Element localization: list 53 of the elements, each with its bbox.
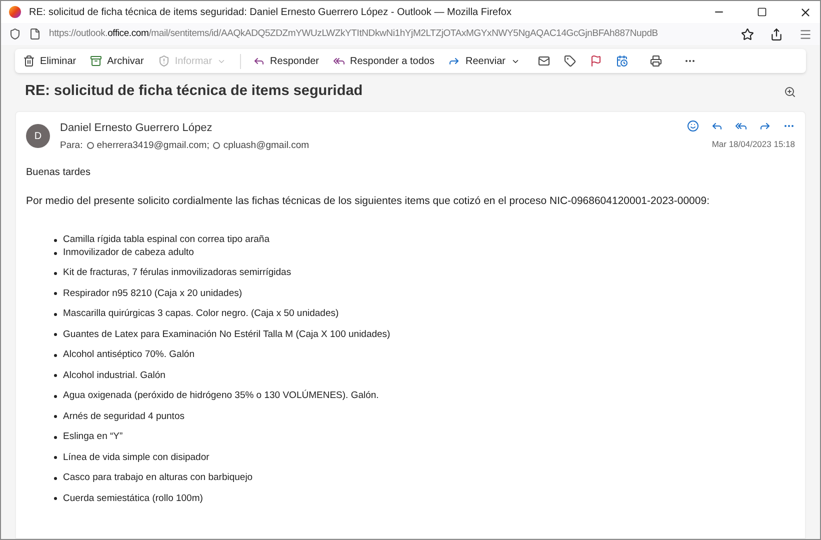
list-item: Alcohol industrial. Galón bbox=[54, 362, 795, 382]
reply-icon bbox=[253, 55, 266, 67]
flag-icon[interactable] bbox=[590, 55, 602, 67]
list-item: Alcohol antiséptico 70%. Galón bbox=[54, 342, 795, 362]
archive-button[interactable]: Archivar bbox=[90, 54, 144, 68]
reply-icon[interactable] bbox=[711, 120, 723, 132]
email-subject: RE: solicitud de ficha técnica de items seguridad bbox=[25, 82, 363, 102]
tag-icon[interactable] bbox=[564, 55, 576, 67]
list-item: Inmovilizador de cabeza adulto bbox=[54, 246, 795, 260]
recipient[interactable]: cpluash@gmail.com bbox=[213, 138, 310, 153]
forward-button[interactable]: Reenviar bbox=[448, 54, 520, 68]
forward-icon[interactable] bbox=[759, 120, 771, 132]
intro-text: Por medio del presente solicito cordialmente las fichas técnicas de los siguientes items que cotizó en el proceso NIC-0968604120001-2023-00009: bbox=[26, 194, 710, 209]
maximize-icon[interactable] bbox=[757, 7, 767, 17]
to-label: Para: bbox=[60, 138, 83, 152]
forward-arrow-icon bbox=[448, 55, 460, 67]
reply-all-icon[interactable] bbox=[735, 120, 747, 132]
delete-button[interactable]: Eliminar bbox=[23, 54, 76, 68]
archive-box-icon bbox=[90, 55, 102, 67]
list-item: Agua oxigenada (peróxido de hidrógeno 35% o 130 VOLÚMENES). Galón. bbox=[54, 382, 795, 403]
close-icon[interactable] bbox=[799, 6, 812, 18]
list-item: Mascarilla quirúrgicas 3 capas. Color negro. (Caja x 50 unidades) bbox=[54, 300, 795, 321]
list-item: Guantes de Latex para Examinación No Estéril Talla M (Caja X 100 unidades) bbox=[54, 321, 795, 342]
trash-icon bbox=[23, 55, 35, 67]
avatar: D bbox=[26, 124, 50, 148]
zoom-icon[interactable] bbox=[784, 86, 796, 98]
envelope-icon[interactable] bbox=[538, 55, 550, 67]
list-item: Arnés de seguridad 4 puntos bbox=[54, 403, 795, 424]
bookmark-star-icon[interactable] bbox=[741, 28, 754, 40]
list-item: Cuerda semiestática (rollo 100m) bbox=[54, 485, 795, 506]
list-item: Kit de fracturas, 7 férulas inmovilizadoras semirrígidas bbox=[54, 260, 795, 280]
recipient[interactable]: eherrera3419@gmail.com; bbox=[86, 138, 210, 153]
calendar-icon[interactable] bbox=[616, 55, 628, 67]
list-item: Línea de vida simple con disipador bbox=[54, 444, 795, 464]
list-item: Respirador n95 8210 (Caja x 20 unidades) bbox=[54, 280, 795, 300]
reply-button[interactable]: Responder bbox=[240, 54, 319, 68]
menu-icon[interactable] bbox=[799, 28, 812, 40]
shield-alert-icon bbox=[158, 55, 170, 67]
list-item: Casco para trabajo en alturas con barbiquejo bbox=[54, 464, 795, 485]
replyall-button[interactable]: Responder a todos bbox=[332, 54, 434, 68]
list-item: Camilla rígida tabla espinal con correa tipo araña bbox=[54, 234, 795, 246]
shield-icon[interactable] bbox=[9, 28, 21, 40]
sender-name[interactable]: Daniel Ernesto Guerrero López bbox=[60, 120, 677, 136]
greeting-text: Buenas tardes bbox=[26, 166, 92, 180]
share-icon[interactable] bbox=[770, 28, 783, 40]
firefox-logo-icon bbox=[9, 6, 21, 18]
emoji-icon[interactable] bbox=[687, 120, 699, 132]
print-icon[interactable] bbox=[650, 55, 662, 67]
page-icon[interactable] bbox=[29, 28, 41, 40]
list-item: Eslinga en “Y” bbox=[54, 424, 795, 444]
reply-all-icon bbox=[332, 55, 345, 67]
message-date: Mar 18/04/2023 15:18 bbox=[712, 138, 795, 151]
window-title: RE: solicitud de ficha técnica de items seguridad: Daniel Ernesto Guerrero López - Outlook — Mozilla Firefox bbox=[29, 6, 512, 20]
